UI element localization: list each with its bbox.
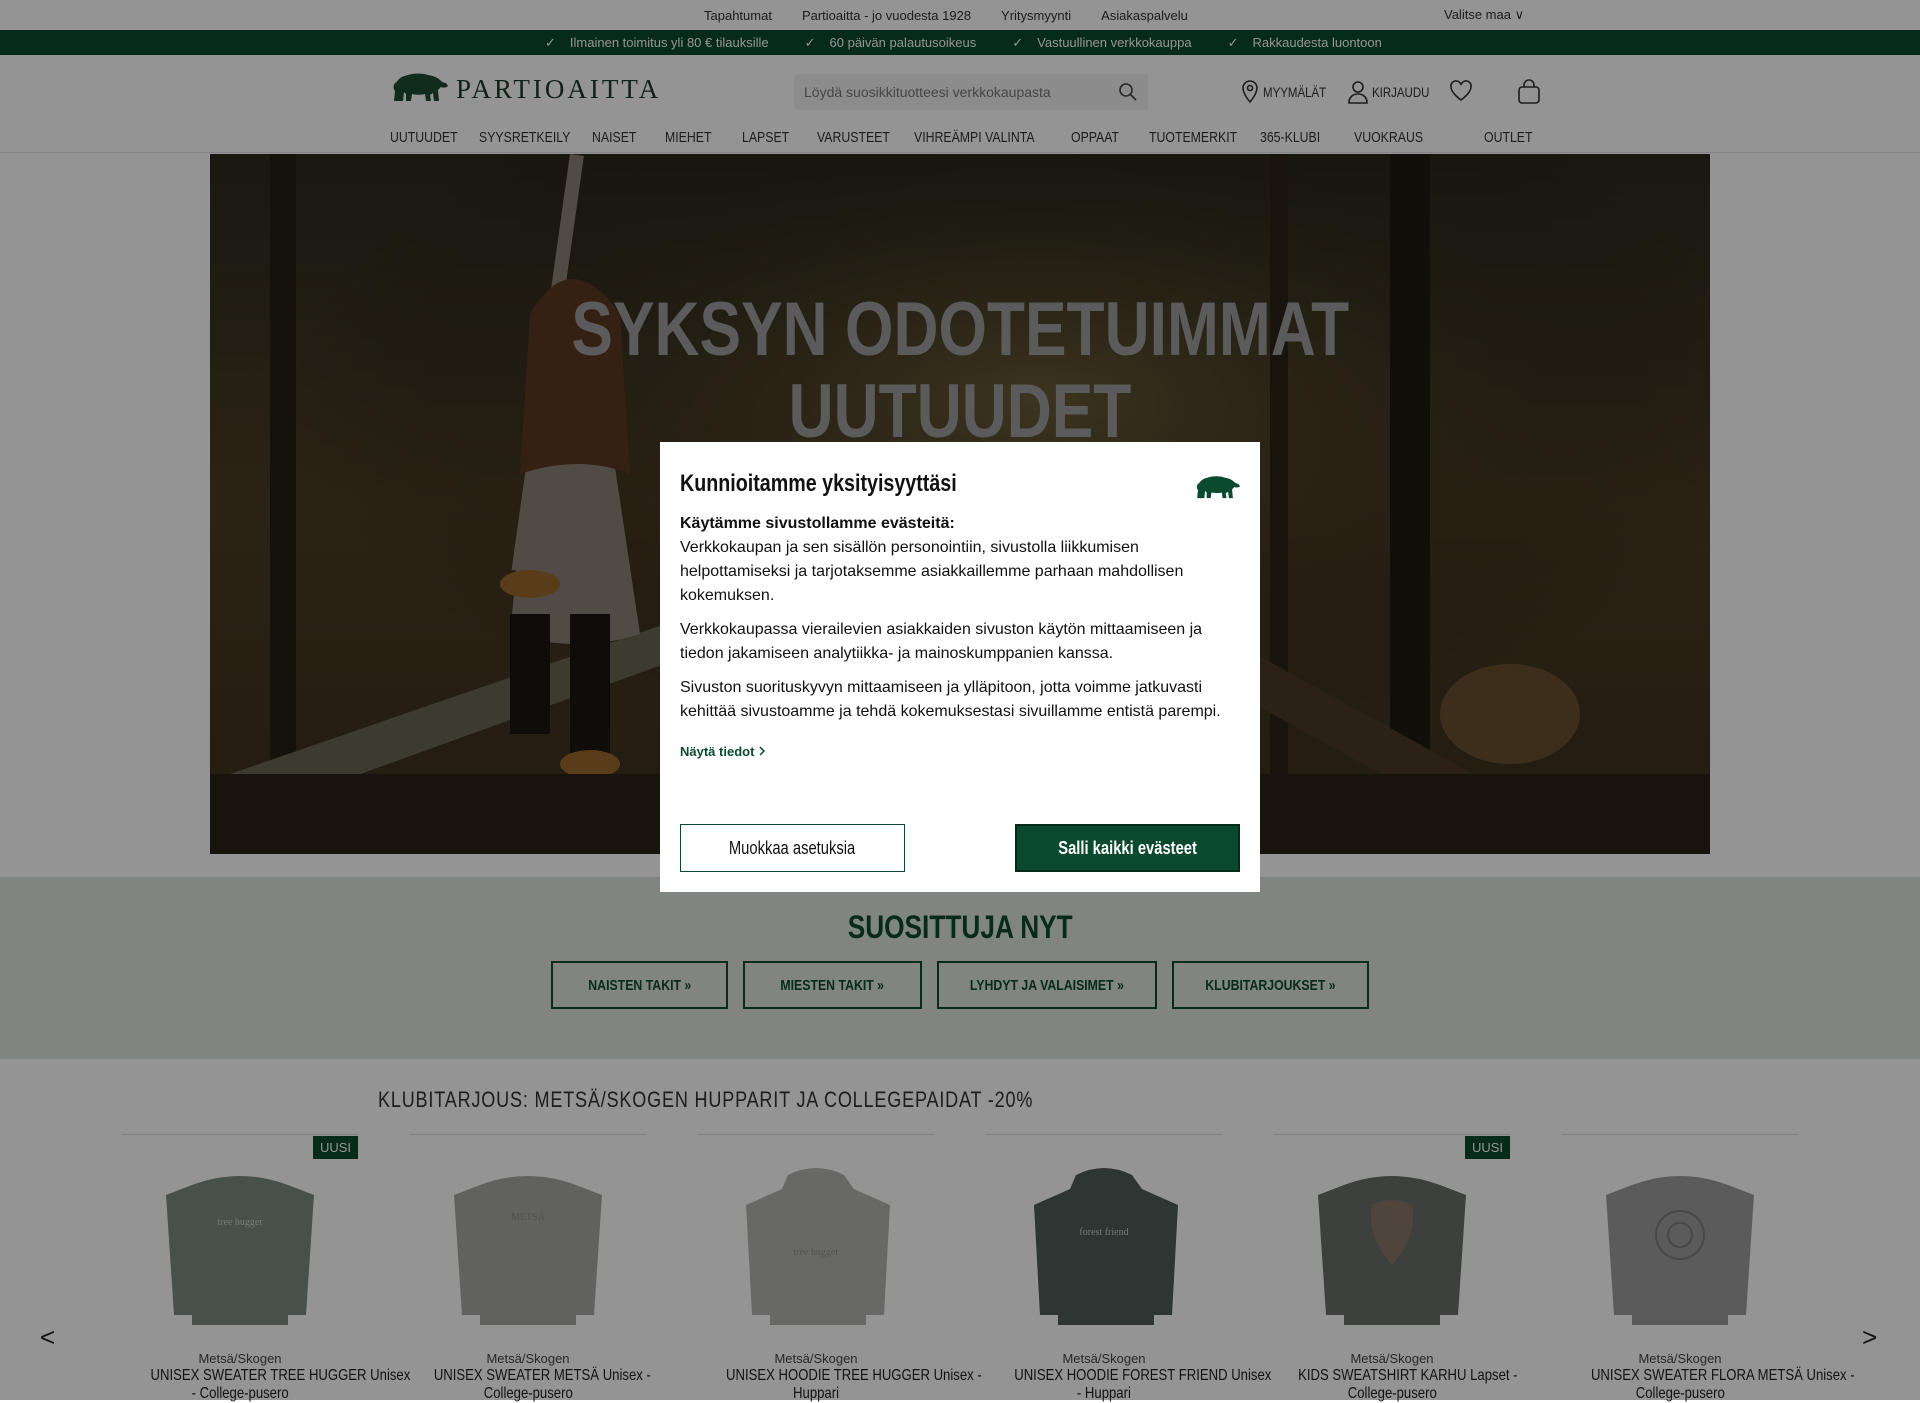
show-details-link[interactable]: Näytä tiedot <box>680 744 766 759</box>
cookie-dialog-title: Kunnioitamme yksityisyyttäsi <box>680 470 1017 498</box>
cookie-paragraph: Verkkokaupassa vierailevien asiakkaiden … <box>680 621 1203 662</box>
cookie-dialog-body: Käytämme sivustollamme evästeitä: Verkko… <box>680 512 1240 734</box>
cookie-consent-dialog: Kunnioitamme yksityisyyttäsi Käytämme si… <box>660 442 1260 892</box>
accept-all-label: Salli kaikki evästeet <box>1058 837 1197 858</box>
show-details-label: Näytä tiedot <box>680 744 755 759</box>
cookie-paragraph: Sivuston suorituskyvyn mittaamiseen ja y… <box>680 679 1221 720</box>
bear-logo-icon <box>1196 476 1240 499</box>
edit-settings-button[interactable]: Muokkaa asetuksia <box>680 824 905 872</box>
chevron-right-icon <box>759 746 766 756</box>
cookie-paragraph: Verkkokaupan ja sen sisällön personointi… <box>680 539 1184 604</box>
edit-settings-label: Muokkaa asetuksia <box>729 837 856 858</box>
accept-all-cookies-button[interactable]: Salli kaikki evästeet <box>1015 824 1240 872</box>
cookie-lead: Käytämme sivustollamme evästeitä: <box>680 515 955 532</box>
cookie-title-text: Kunnioitamme yksityisyyttäsi <box>680 470 957 497</box>
